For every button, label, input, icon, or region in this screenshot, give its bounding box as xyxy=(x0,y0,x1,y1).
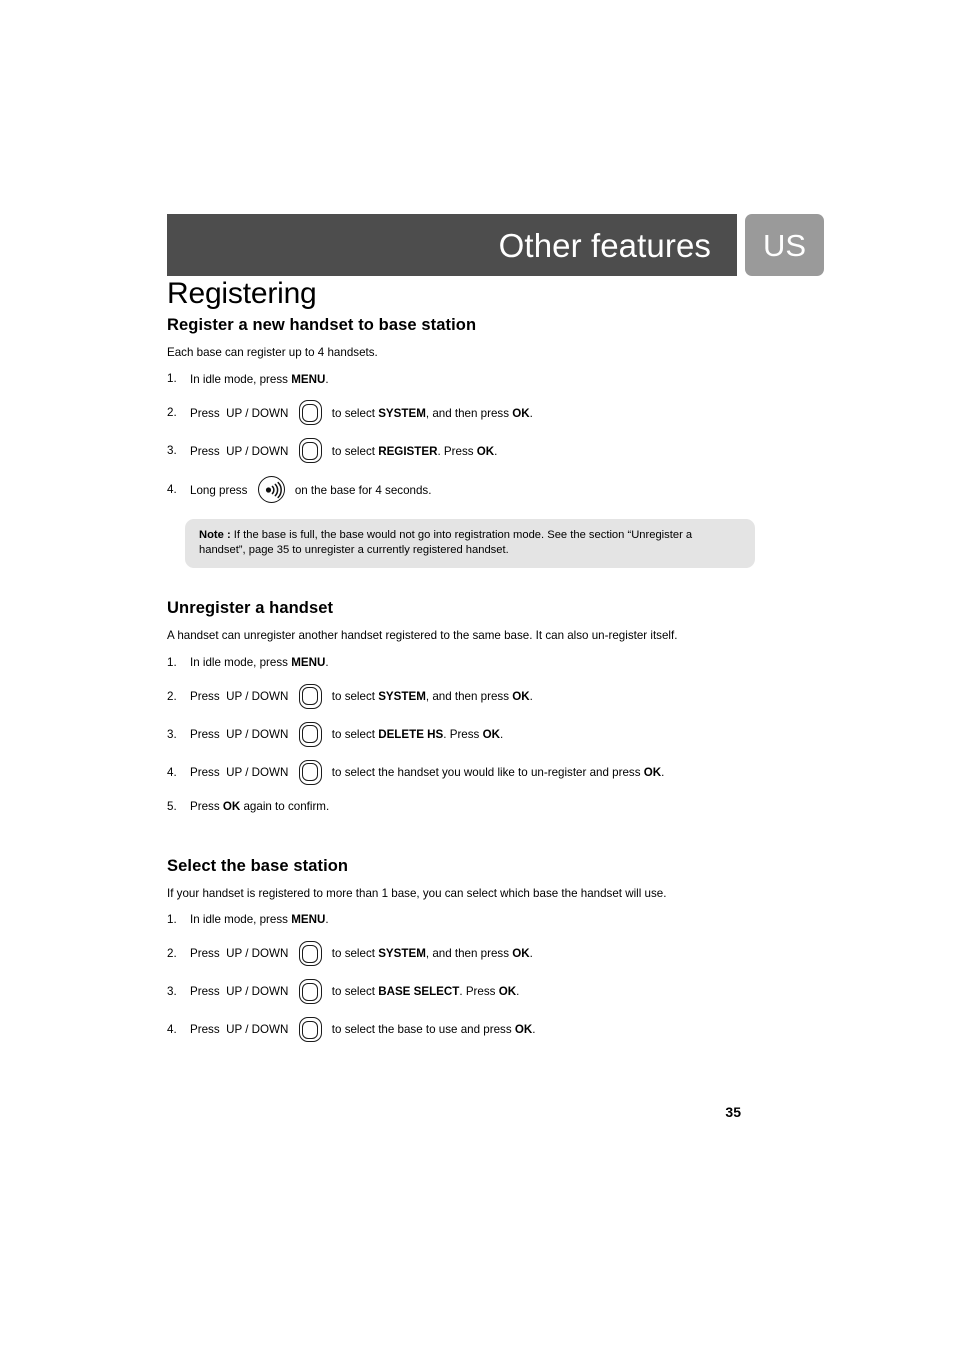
step-number: 3. xyxy=(167,985,177,999)
step-list: 1. In idle mode, press MENU. 2. Press UP… xyxy=(167,369,827,505)
step-text: In idle mode, press MENU. xyxy=(190,655,329,669)
step-text: Press UP / DOWN xyxy=(190,444,292,458)
list-item: 3. Press UP / DOWN to select BASE SELECT… xyxy=(167,978,827,1006)
step-text: to select SYSTEM, and then press OK. xyxy=(328,406,533,420)
step-text: In idle mode, press MENU. xyxy=(190,372,329,386)
list-item: 2. Press UP / DOWN to select SYSTEM, and… xyxy=(167,683,827,711)
step-number: 4. xyxy=(167,765,177,779)
chapter-header-title: Other features xyxy=(498,226,711,264)
step-number: 4. xyxy=(167,483,177,497)
step-text: Long press xyxy=(190,483,251,497)
list-item: 4. Long press on the base for 4 seconds. xyxy=(167,475,827,505)
step-text: to select SYSTEM, and then press OK. xyxy=(328,947,533,961)
step-text: on the base for 4 seconds. xyxy=(291,483,432,497)
step-text: Press UP / DOWN xyxy=(190,1023,292,1037)
navigation-key-icon xyxy=(298,759,324,787)
list-item: 2. Press UP / DOWN to select SYSTEM, and… xyxy=(167,940,827,968)
step-number: 3. xyxy=(167,727,177,741)
list-item: 4. Press UP / DOWN to select the handset… xyxy=(167,759,827,787)
step-text: Press UP / DOWN xyxy=(190,727,292,741)
base-paging-icon xyxy=(257,475,287,505)
step-text: to select DELETE HS. Press OK. xyxy=(328,727,504,741)
step-number: 2. xyxy=(167,947,177,961)
chapter-header-bar: Other features xyxy=(167,214,737,276)
step-text: Press OK again to confirm. xyxy=(190,799,330,813)
step-number: 4. xyxy=(167,1023,177,1037)
step-text: In idle mode, press MENU. xyxy=(190,913,329,927)
section-unregister-handset: Unregister a handset A handset can unreg… xyxy=(167,568,827,816)
list-item: 5. Press OK again to confirm. xyxy=(167,797,827,817)
chapter-header: Other features US xyxy=(167,214,824,276)
list-item: 3. Press UP / DOWN to select REGISTER. P… xyxy=(167,437,827,465)
list-item: 2. Press UP / DOWN to select SYSTEM, and… xyxy=(167,399,827,427)
step-text: to select BASE SELECT. Press OK. xyxy=(328,985,520,999)
section-intro: A handset can unregister another handset… xyxy=(167,629,678,643)
navigation-key-icon xyxy=(298,940,324,968)
region-badge: US xyxy=(745,214,824,276)
list-item: 1. In idle mode, press MENU. xyxy=(167,653,827,673)
note-label: Note : xyxy=(199,529,231,542)
step-text: to select the base to use and press OK. xyxy=(328,1023,536,1037)
list-item: 1. In idle mode, press MENU. xyxy=(167,910,827,930)
step-number: 2. xyxy=(167,689,177,703)
note-text: If the base is full, the base would not … xyxy=(199,529,693,557)
step-number: 1. xyxy=(167,913,177,927)
section-intro: Each base can register up to 4 handsets. xyxy=(167,346,378,359)
section-register-new-handset: Register a new handset to base station E… xyxy=(167,316,827,569)
step-number: 3. xyxy=(167,444,177,458)
list-item: 1. In idle mode, press MENU. xyxy=(167,369,827,389)
navigation-key-icon xyxy=(298,978,324,1006)
step-text: Press UP / DOWN xyxy=(190,406,292,420)
document-page: Other features US Registering Register a… xyxy=(0,0,954,1351)
note-box: Note : If the base is full, the base wou… xyxy=(185,519,755,569)
page-title: Registering xyxy=(167,277,317,310)
section-heading: Unregister a handset xyxy=(167,599,334,618)
page-number: 35 xyxy=(725,1104,741,1120)
step-number: 5. xyxy=(167,799,177,813)
section-heading: Register a new handset to base station xyxy=(167,316,477,334)
step-number: 1. xyxy=(167,655,177,669)
navigation-key-icon xyxy=(298,683,324,711)
section-intro: If your handset is registered to more th… xyxy=(167,886,667,900)
step-text: Press UP / DOWN xyxy=(190,689,292,703)
step-text: to select SYSTEM, and then press OK. xyxy=(328,689,533,703)
step-list: 1. In idle mode, press MENU. 2. Press UP… xyxy=(167,653,827,817)
navigation-key-icon xyxy=(298,437,324,465)
region-badge-label: US xyxy=(762,227,807,263)
step-text: Press UP / DOWN xyxy=(190,765,292,779)
step-text: Press UP / DOWN xyxy=(190,947,292,961)
step-text: Press UP / DOWN xyxy=(190,985,292,999)
section-select-base-station: Select the base station If your handset … xyxy=(167,827,827,1044)
section-heading: Select the base station xyxy=(167,856,349,875)
navigation-key-icon xyxy=(298,1016,324,1044)
list-item: 3. Press UP / DOWN to select DELETE HS. … xyxy=(167,721,827,749)
navigation-key-icon xyxy=(298,721,324,749)
page-content: Register a new handset to base station E… xyxy=(167,316,827,1054)
list-item: 4. Press UP / DOWN to select the base to… xyxy=(167,1016,827,1044)
navigation-key-icon xyxy=(298,399,324,427)
step-number: 2. xyxy=(167,406,177,420)
step-text: to select REGISTER. Press OK. xyxy=(328,444,498,458)
step-number: 1. xyxy=(167,372,177,386)
step-list: 1. In idle mode, press MENU. 2. Press UP… xyxy=(167,910,827,1044)
step-text: to select the handset you would like to … xyxy=(328,765,665,779)
